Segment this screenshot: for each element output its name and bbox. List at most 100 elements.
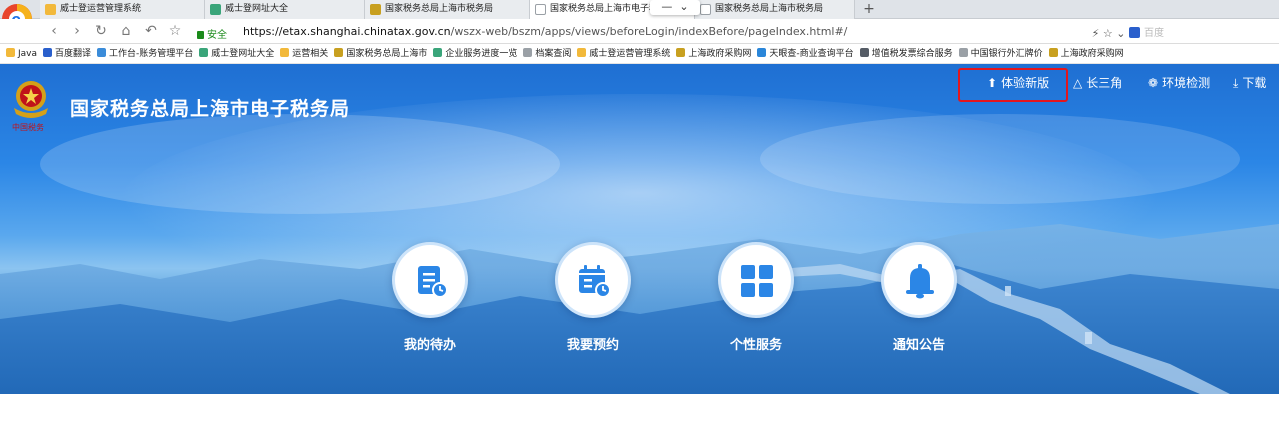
bookmark-favicon [757, 48, 767, 57]
env-check-label: 环境检测 [1162, 76, 1211, 90]
bookmark-item[interactable]: 国家税务总局上海市 [334, 45, 427, 63]
apps-grid-icon [741, 265, 773, 297]
yangtze-delta-link[interactable]: △ 长三角 [1073, 74, 1122, 91]
minimize-icon[interactable]: — [661, 0, 672, 13]
bell-icon [906, 264, 934, 299]
star-icon[interactable]: ☆ [167, 22, 183, 40]
bookmark-item[interactable]: 中国银行外汇牌价 [958, 45, 1043, 63]
tab-favicon [210, 4, 221, 15]
emblem-caption: 中国税务 [12, 122, 44, 132]
undo-icon[interactable]: ↶ [143, 22, 159, 40]
browser-tab[interactable]: 威士登网址大全 [205, 0, 365, 19]
browser-tab-strip: 威士登运营管理系统 威士登网址大全 国家税务总局上海市税务局 国家税务总局上海市… [0, 0, 1279, 19]
bookmark-label: 中国银行外汇牌价 [970, 49, 1043, 59]
download-label: 下载 [1242, 76, 1267, 90]
bookmark-item[interactable]: Java [6, 45, 38, 63]
bookmark-favicon [97, 48, 107, 57]
bookmark-label: 运营相关 [292, 49, 329, 59]
tab-menu-popup[interactable]: — ⌄ [650, 0, 700, 15]
appointment-icon [579, 265, 611, 298]
tab-favicon [45, 4, 56, 15]
home-icon[interactable]: ⌂ [118, 22, 134, 40]
triangle-icon: △ [1073, 76, 1083, 90]
tab-favicon [535, 4, 546, 15]
bookmark-favicon [433, 48, 443, 57]
download-icon: ⤓ [1233, 76, 1239, 90]
chevron-down-icon[interactable]: ⌄ [679, 0, 688, 13]
try-new-label: 体验新版 [1001, 76, 1050, 90]
url-host: https://etax.shanghai.chinatax.gov.cn [243, 25, 451, 38]
tab-label: 威士登网址大全 [225, 4, 289, 14]
bookmark-favicon [1048, 48, 1058, 57]
service-my-todo[interactable]: 我的待办 [392, 242, 468, 353]
bookmark-item[interactable]: 上海政府采购网 [676, 45, 752, 63]
secure-label: 安全 [207, 30, 227, 41]
bookmark-item[interactable]: 运营相关 [280, 45, 329, 63]
bookmark-item[interactable]: 威士登运营管理系统 [577, 45, 670, 63]
address-bar: ‹ › ↻ ⌂ ↶ ☆ 安全 https://etax.shanghai.chi… [0, 19, 1279, 44]
tab-label: 国家税务总局上海市税务局 [385, 4, 494, 14]
bookmark-favicon [676, 48, 686, 57]
wrench-icon: ❁ [1148, 76, 1159, 90]
forward-icon[interactable]: › [69, 22, 85, 40]
service-label: 通知公告 [892, 338, 945, 353]
page-content: 中国税务 国家税务总局上海市电子税务局 ⬆ 体验新版 △ 长三角 ❁ 环境检测 ⤓ 下载 [0, 64, 1279, 436]
bookmark-item[interactable]: 增值税发票综合服务 [859, 45, 953, 63]
reload-icon[interactable]: ↻ [93, 22, 109, 40]
url-path: /wszx-web/bszm/apps/views/beforeLogin/in… [450, 25, 848, 38]
hero-banner: 中国税务 国家税务总局上海市电子税务局 ⬆ 体验新版 △ 长三角 ❁ 环境检测 ⤓ 下载 [0, 64, 1279, 394]
lightning-icon[interactable]: ⚡ [1092, 27, 1100, 40]
service-label: 我要预约 [566, 338, 619, 353]
bookmark-label: 天眼查-商业查询平台 [769, 49, 854, 59]
bookmark-favicon [577, 48, 587, 57]
upload-icon: ⬆ [987, 76, 998, 90]
service-circle[interactable] [718, 242, 794, 318]
service-circle[interactable] [881, 242, 957, 318]
browser-tab[interactable]: 威士登运营管理系统 [40, 0, 205, 19]
bookmark-item[interactable]: 工作台-账务管理平台 [97, 45, 194, 63]
bookmark-favicon [334, 48, 344, 57]
bookmark-label: 百度翻译 [55, 49, 92, 59]
bookmark-label: 威士登网址大全 [211, 49, 275, 59]
back-icon[interactable]: ‹ [46, 22, 62, 40]
baidu-icon [1129, 27, 1140, 38]
top-nav: ⬆ 体验新版 △ 长三角 ❁ 环境检测 ⤓ 下载 [0, 64, 1279, 98]
bookmark-favicon [280, 48, 290, 57]
bookmark-label: 工作台-账务管理平台 [109, 49, 194, 59]
new-tab-button[interactable]: + [862, 0, 876, 19]
bookmark-label: 上海政府采购网 [1060, 49, 1124, 59]
bookmark-label: 上海政府采购网 [688, 49, 752, 59]
bookmark-item[interactable]: 威士登网址大全 [199, 45, 275, 63]
url-input[interactable]: https://etax.shanghai.chinatax.gov.cn/ws… [243, 25, 847, 38]
bookmark-star-icon[interactable]: ☆ [1103, 27, 1113, 40]
secure-indicator[interactable]: 安全 [197, 26, 227, 41]
service-notices[interactable]: 通知公告 [881, 242, 957, 353]
dropdown-icon[interactable]: ⌄ [1116, 27, 1125, 40]
search-input[interactable]: 百度 [1129, 24, 1269, 39]
env-check-link[interactable]: ❁ 环境检测 [1148, 74, 1210, 91]
try-new-version-link[interactable]: ⬆ 体验新版 [987, 74, 1049, 91]
bookmark-item[interactable]: 上海政府采购网 [1048, 45, 1124, 63]
service-circle[interactable] [392, 242, 468, 318]
bookmark-item[interactable]: 档案查阅 [523, 45, 571, 63]
bookmarks-bar: Java 百度翻译 工作台-账务管理平台 威士登网址大全 运营相关 国家税务总局上海市 企业… [0, 45, 1279, 64]
bookmark-favicon [523, 48, 533, 57]
tab-label: 国家税务总局上海市税务局 [715, 4, 824, 14]
service-label: 个性服务 [729, 338, 782, 353]
bookmark-label: Java [18, 49, 38, 59]
service-circle[interactable] [555, 242, 631, 318]
bookmark-item[interactable]: 企业服务进度一览 [433, 45, 517, 63]
yangtze-label: 长三角 [1086, 76, 1123, 90]
bookmark-item[interactable]: 百度翻译 [43, 45, 92, 63]
bookmark-favicon [958, 48, 968, 57]
bookmark-favicon [199, 48, 209, 57]
browser-tab[interactable]: 国家税务总局上海市税务局 [695, 0, 855, 19]
service-appointment[interactable]: 我要预约 [555, 242, 631, 353]
download-link[interactable]: ⤓ 下载 [1233, 74, 1266, 91]
service-personal[interactable]: 个性服务 [718, 242, 794, 353]
lock-icon [197, 31, 204, 39]
bookmark-favicon [6, 48, 15, 57]
bookmark-item[interactable]: 天眼查-商业查询平台 [757, 45, 854, 63]
browser-tab[interactable]: 国家税务总局上海市税务局 [365, 0, 530, 19]
service-label: 我的待办 [403, 338, 456, 353]
